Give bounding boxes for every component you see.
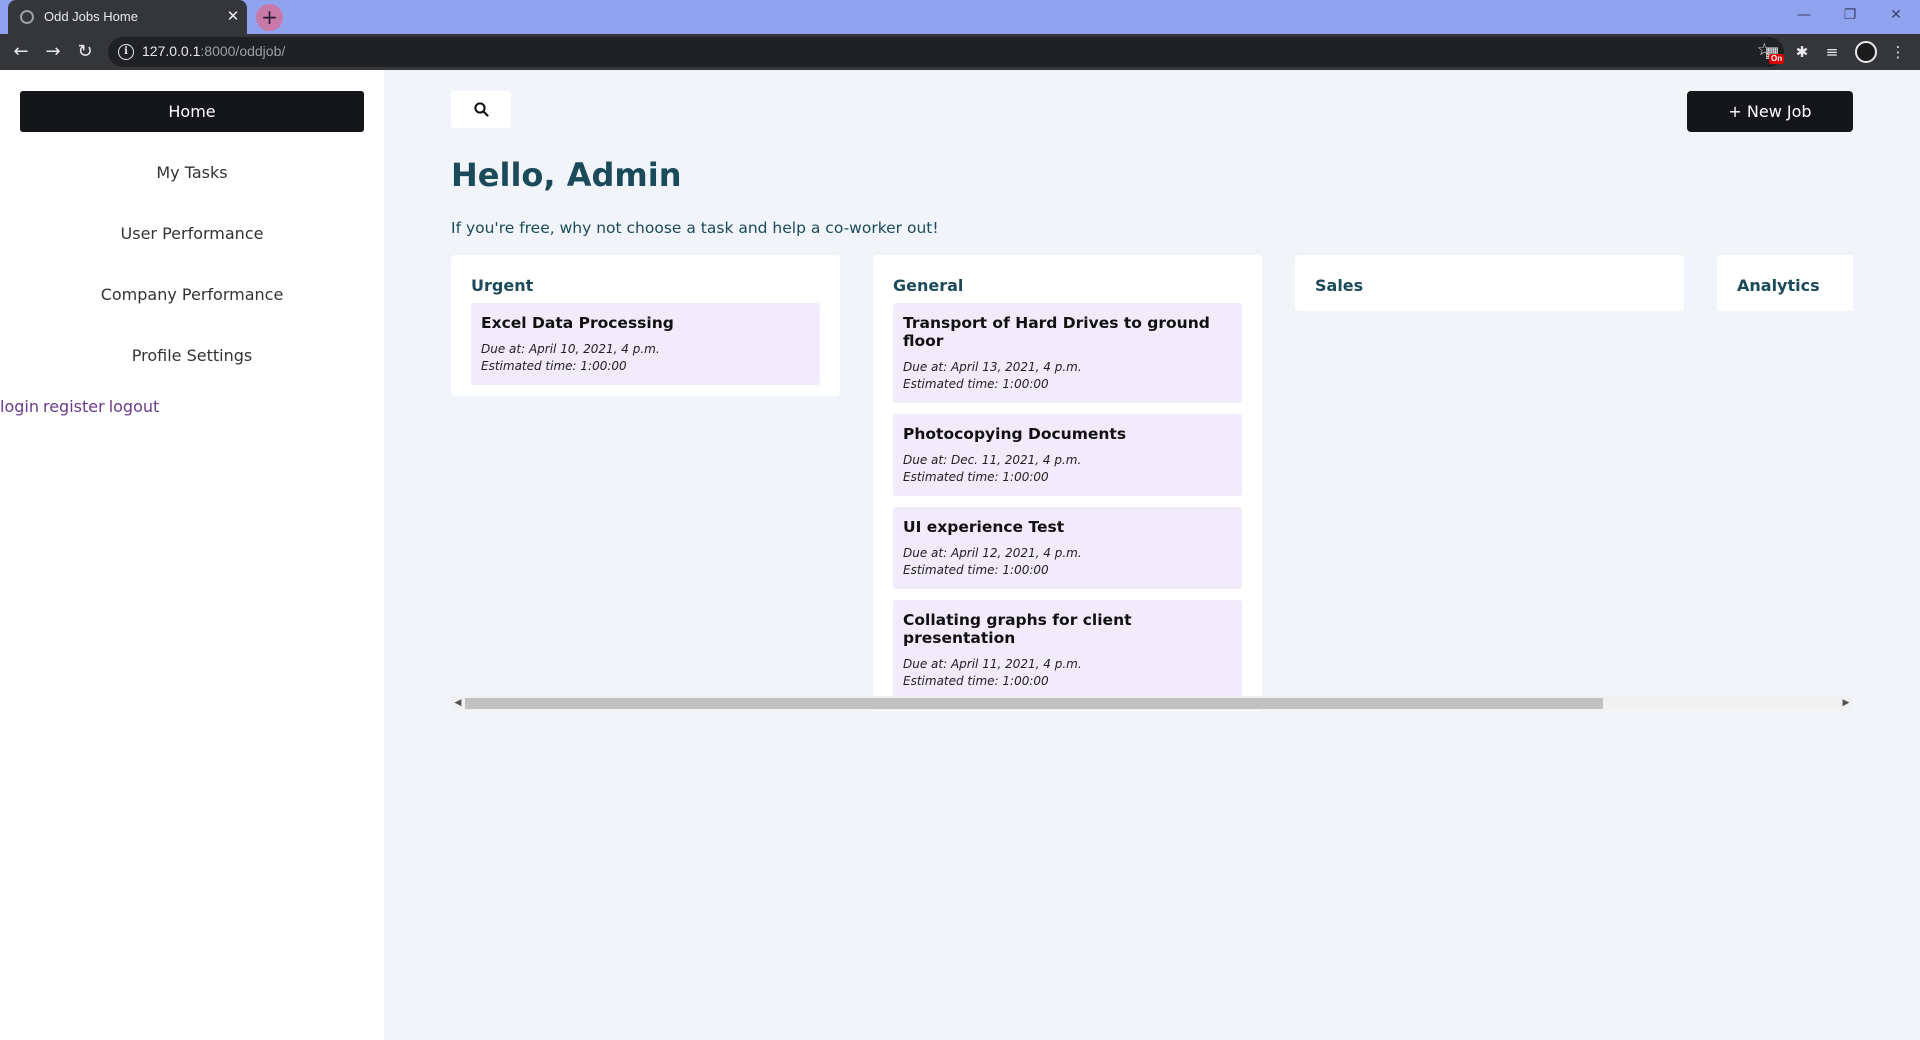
task-title: Transport of Hard Drives to ground floor [903,314,1210,350]
sidebar-item-home[interactable]: Home [20,91,364,132]
page-title: Hello, Admin [451,156,682,194]
scroll-left-icon[interactable]: ◀ [451,696,465,710]
task-due: Due at: April 10, 2021, 4 p.m. [481,342,660,356]
register-link[interactable]: register [43,397,105,416]
tab-close-icon[interactable]: ✕ [224,7,242,25]
task-estimate: Estimated time: 1:00:00 [903,377,1049,391]
minimize-icon[interactable]: — [1790,4,1818,26]
menu-icon[interactable]: ⋮ [1888,42,1908,62]
task-title: Collating graphs for client presentation [903,611,1132,647]
task-card[interactable]: Collating graphs for client presentation… [893,600,1242,700]
column-general: General Transport of Hard Drives to grou… [873,255,1262,711]
sidebar-item-company-performance[interactable]: Company Performance [0,285,384,304]
logout-link[interactable]: logout [109,397,160,416]
task-estimate: Estimated time: 1:00:00 [481,359,627,373]
task-card[interactable]: Photocopying Documents Due at: Dec. 11, … [893,414,1242,496]
puzzle-icon[interactable]: ✱ [1792,42,1812,62]
search-button[interactable] [451,91,511,128]
browser-toolbar: ← → ↻ i 127.0.0.1:8000/oddjob/ ☆ ▦ On ✱ ≡… [0,34,1920,70]
scrollbar-thumb[interactable] [465,698,1603,709]
task-estimate: Estimated time: 1:00:00 [903,470,1049,484]
task-estimate: Estimated time: 1:00:00 [903,563,1049,577]
board-horizontal-scrollbar[interactable]: ◀ ▶ [451,696,1853,710]
sidebar-item-profile-settings[interactable]: Profile Settings [0,346,384,365]
sidebar: Home My Tasks User Performance Company P… [0,70,384,1040]
scroll-right-icon[interactable]: ▶ [1839,696,1853,710]
column-title: Sales [1315,276,1364,295]
reload-icon[interactable]: ↻ [73,40,97,64]
task-card[interactable]: Transport of Hard Drives to ground floor… [893,303,1242,403]
sidebar-item-my-tasks[interactable]: My Tasks [0,163,384,182]
task-due: Due at: Dec. 11, 2021, 4 p.m. [903,453,1082,467]
column-analytics: Analytics [1717,255,1853,311]
search-icon [474,102,489,117]
globe-icon [20,10,34,24]
main-content: + New Job Hello, Admin If you're free, w… [384,70,1920,1040]
avatar[interactable] [1855,41,1877,63]
task-due: Due at: April 12, 2021, 4 p.m. [903,546,1082,560]
task-title: Excel Data Processing [481,314,674,332]
column-urgent: Urgent Excel Data Processing Due at: Apr… [451,255,840,396]
browser-tab-strip: Odd Jobs Home ✕ + — ❐ ✕ [0,0,1920,34]
forward-arrow-icon[interactable]: → [41,40,65,64]
info-icon[interactable]: i [118,44,134,60]
url-text[interactable]: 127.0.0.1:8000/oddjob/ [142,43,285,59]
task-due: Due at: April 13, 2021, 4 p.m. [903,360,1082,374]
restore-icon[interactable]: ❐ [1836,4,1864,26]
close-window-icon[interactable]: ✕ [1882,4,1910,26]
new-tab-button[interactable]: + [256,4,283,31]
new-job-button[interactable]: + New Job [1687,91,1853,132]
column-sales: Sales [1295,255,1684,311]
page: Home My Tasks User Performance Company P… [0,70,1920,1040]
extension-badge: On [1769,54,1785,64]
task-title: UI experience Test [903,518,1065,536]
column-title: Analytics [1737,276,1820,295]
task-title: Photocopying Documents [903,425,1127,443]
column-title: General [893,276,964,295]
login-link[interactable]: login [0,397,39,416]
tab-title: Odd Jobs Home [44,9,138,24]
task-estimate: Estimated time: 1:00:00 [903,674,1049,688]
task-due: Due at: April 11, 2021, 4 p.m. [903,657,1082,671]
page-subtitle: If you're free, why not choose a task an… [451,219,939,237]
back-arrow-icon[interactable]: ← [9,40,33,64]
task-card[interactable]: UI experience Test Due at: April 12, 202… [893,507,1242,589]
media-icon[interactable]: ≡ [1822,42,1842,62]
sidebar-item-user-performance[interactable]: User Performance [0,224,384,243]
column-title: Urgent [471,276,534,295]
address-bar[interactable]: i 127.0.0.1:8000/oddjob/ ☆ [108,37,1784,67]
auth-links: login register logout [0,397,163,416]
extension-icon[interactable]: ▦ On [1762,42,1785,64]
task-card[interactable]: Excel Data Processing Due at: April 10, … [471,303,820,385]
browser-tab[interactable]: Odd Jobs Home ✕ [8,0,247,34]
